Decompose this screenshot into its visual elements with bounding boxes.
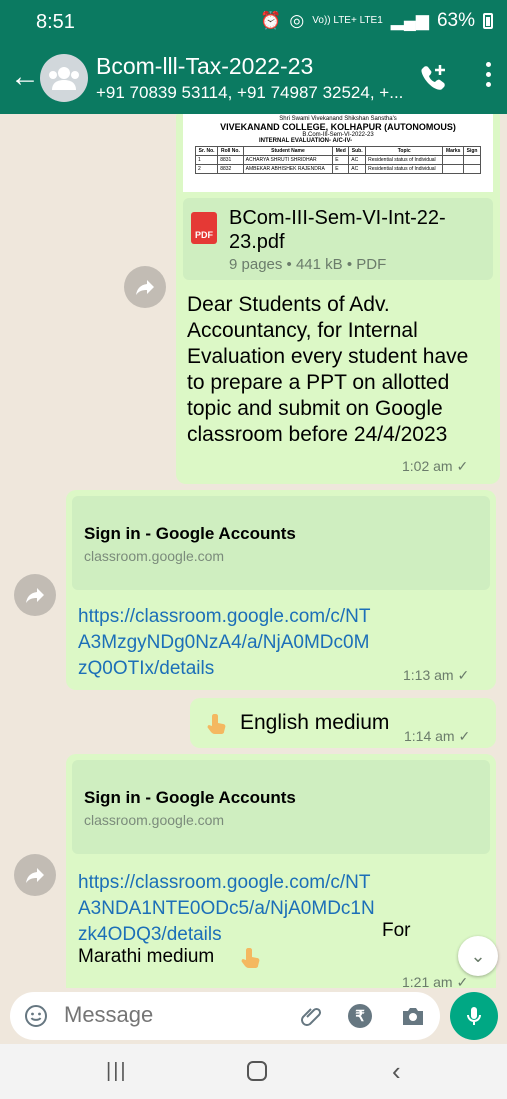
compose-bar: ₹: [0, 988, 507, 1044]
preview-title: Sign in - Google Accounts: [84, 788, 296, 807]
back-arrow-icon[interactable]: ←: [10, 60, 40, 94]
document-file[interactable]: PDF BCom-III-Sem-VI-Int-22-23.pdf 9 page…: [183, 198, 493, 280]
message-time: 1:13 am ✓: [403, 667, 469, 684]
time-text: 1:02 am: [402, 458, 453, 474]
thumb-college: VIVEKANAND COLLEGE, KOLHAPUR (AUTONOMOUS…: [220, 122, 456, 132]
table-row: 2 8832 AMBEKAR ABHISHEK RAJENDRA E AC Re…: [194, 164, 481, 174]
forward-icon: [26, 868, 44, 883]
thumb-header: Topic: [365, 146, 444, 156]
add-call-icon[interactable]: [418, 62, 448, 92]
thumb-cell: ACHARYA SHRUTI SHRIDHAR: [242, 155, 334, 165]
preview-domain: classroom.google.com: [84, 812, 225, 828]
pointing-hand-icon: [241, 948, 260, 968]
sent-tick-icon: ✓: [457, 667, 470, 683]
table-row: 1 8831 ACHARYA SHRUTI SHRIDHAR E AC Resi…: [194, 155, 481, 165]
chat-title[interactable]: Bcom-lll-Tax-2022-23: [96, 53, 313, 80]
message-input[interactable]: [64, 1002, 284, 1028]
forward-icon: [136, 280, 154, 295]
document-name: BCom-III-Sem-VI-Int-22-23.pdf: [229, 207, 446, 253]
pointing-hand-icon: [207, 714, 226, 734]
message-time: 1:14 am ✓: [404, 728, 470, 745]
battery-icon: [483, 13, 493, 29]
group-icon: [49, 67, 79, 90]
message-field-container[interactable]: ₹: [10, 992, 440, 1040]
camera-icon[interactable]: [400, 1004, 426, 1028]
thumb-header: Med: [332, 146, 350, 156]
message-text: Dear Students of Adv. Accountancy, for I…: [187, 293, 469, 446]
thumb-cell: E: [332, 155, 350, 165]
thumb-header: Roll No.: [217, 146, 244, 156]
thumb-eval: INTERNAL EVALUATION- A/C-IV-: [259, 138, 353, 144]
thumb-cell: E: [332, 164, 350, 174]
sent-tick-icon: ✓: [456, 974, 469, 988]
forward-button[interactable]: [124, 266, 166, 308]
status-time: 8:51: [36, 11, 75, 33]
thumb-header: Marks: [442, 146, 465, 156]
forward-button[interactable]: [14, 574, 56, 616]
thumb-cell: AC: [348, 164, 367, 174]
preview-domain: classroom.google.com: [84, 548, 225, 564]
thumb-header: Sign: [463, 146, 481, 156]
recent-apps-icon[interactable]: |||: [106, 1060, 128, 1083]
alarm-icon: ⏰: [260, 11, 282, 30]
thumb-cell: [442, 155, 465, 165]
thumb-cell: [463, 164, 481, 174]
document-thumbnail[interactable]: Shri Swami Vivekanand Shikshan Sanstha's…: [183, 114, 493, 192]
thumb-header: Sr. No.: [194, 146, 219, 156]
thumb-cell: Residential status of Individual: [365, 155, 444, 165]
group-avatar[interactable]: [40, 54, 88, 102]
time-text: 1:13 am: [403, 667, 454, 683]
status-bar: 8:51 ⏰ ◎ Vo)) LTE+ LTE1 ▂▄▆ 63%: [0, 0, 507, 44]
thumb-cell: 8831: [217, 155, 244, 165]
thumb-header: Student Name: [242, 146, 334, 156]
signal-icon: ▂▄▆: [390, 11, 429, 30]
message-time: 1:21 am ✓: [402, 974, 468, 988]
thumb-cell: AMBEKAR ABHISHEK RAJENDRA: [242, 164, 334, 174]
message-text: English medium: [240, 711, 390, 734]
voice-message-button[interactable]: [450, 992, 498, 1040]
thumb-cell: [463, 155, 481, 165]
nav-back-icon[interactable]: ‹: [392, 1056, 401, 1087]
thumb-cell: 2: [194, 164, 219, 174]
thumb-cell: 1: [194, 155, 219, 165]
more-options-icon[interactable]: [483, 62, 493, 92]
thumb-cell: [442, 164, 465, 174]
thumb-cell: Residential status of Individual: [365, 164, 444, 174]
battery-level: 63%: [436, 10, 475, 31]
link-preview[interactable]: Sign in - Google Accounts classroom.goog…: [72, 760, 490, 854]
home-icon[interactable]: [247, 1061, 267, 1081]
attach-icon[interactable]: [300, 1004, 324, 1028]
document-meta: 9 pages • 441 kB • PDF: [229, 256, 387, 273]
chat-participants[interactable]: +91 70839 53114, +91 74987 32524, +...: [96, 83, 408, 103]
emoji-icon[interactable]: [24, 1004, 48, 1028]
hotspot-icon: ◎: [289, 11, 305, 30]
chevron-double-down-icon: ⌄: [470, 945, 486, 966]
preview-title: Sign in - Google Accounts: [84, 524, 296, 543]
thumb-header: Sub.: [348, 146, 367, 156]
sent-tick-icon: ✓: [458, 728, 471, 744]
link-preview[interactable]: Sign in - Google Accounts classroom.goog…: [72, 496, 490, 590]
pdf-icon: PDF: [191, 212, 217, 244]
sent-tick-icon: ✓: [456, 458, 469, 474]
microphone-icon: [467, 1007, 481, 1025]
status-icons: ⏰ ◎ Vo)) LTE+ LTE1 ▂▄▆ 63%: [260, 10, 493, 32]
forward-icon: [26, 588, 44, 603]
scroll-down-button[interactable]: ⌄: [458, 936, 498, 976]
system-nav-bar: ||| ‹: [0, 1044, 507, 1099]
thumb-cell: 8832: [217, 164, 244, 174]
thumb-cell: AC: [348, 155, 367, 165]
chat-header: ← Bcom-lll-Tax-2022-23 +91 70839 53114, …: [0, 44, 507, 114]
time-text: 1:14 am: [404, 728, 455, 744]
forward-button[interactable]: [14, 854, 56, 896]
message-time: 1:02 am ✓: [402, 458, 468, 475]
link-url[interactable]: https://classroom.google.com/c/NTA3MzgyN…: [78, 604, 376, 682]
payment-icon[interactable]: ₹: [348, 1004, 372, 1028]
thumb-table: Sr. No. Roll No. Student Name Med Sub. T…: [194, 146, 481, 174]
time-text: 1:21 am: [402, 974, 453, 988]
chat-area[interactable]: Shri Swami Vivekanand Shikshan Sanstha's…: [0, 114, 507, 988]
network-label: Vo)) LTE+ LTE1: [312, 15, 383, 26]
